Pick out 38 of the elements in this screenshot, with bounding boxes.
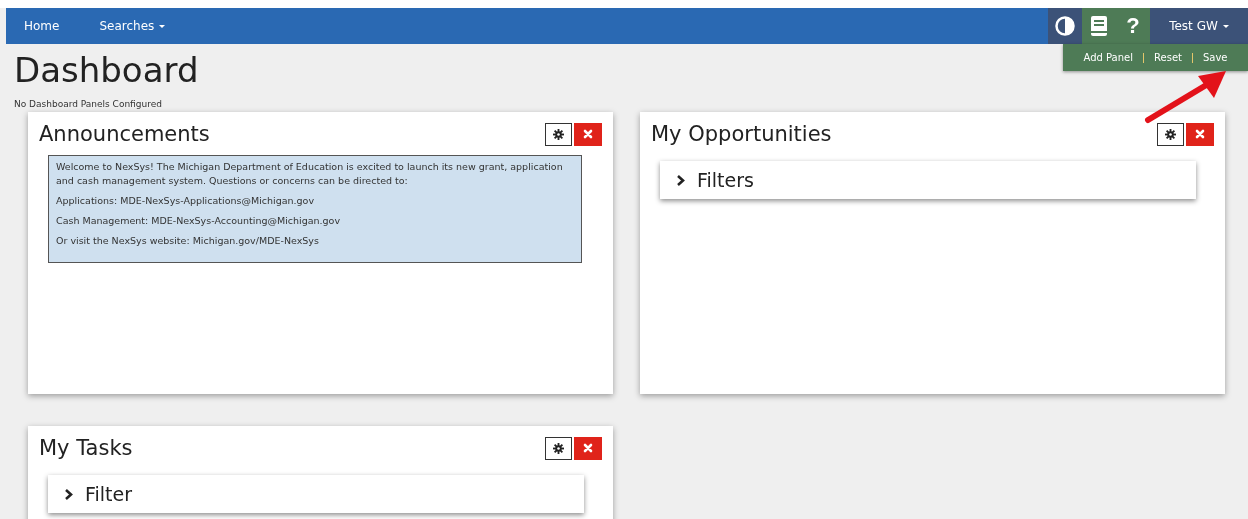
book-icon — [1090, 15, 1108, 37]
close-icon — [583, 129, 593, 140]
settings-button[interactable] — [545, 436, 572, 460]
empty-message: No Dashboard Panels Configured — [14, 99, 162, 110]
nav-link[interactable]: Home — [6, 19, 78, 33]
settings-button[interactable] — [1157, 122, 1184, 146]
nav-link[interactable]: Searches — [81, 19, 184, 33]
filter-toggle[interactable]: Filter — [48, 475, 584, 514]
caret-icon — [159, 24, 166, 28]
chevron-icon — [676, 173, 685, 187]
settings-icon — [1165, 128, 1176, 140]
close-icon — [583, 443, 593, 454]
panel-title: My Opportunities — [651, 122, 832, 147]
announcement-text: Or visit the NexSys website: Michigan.gov/MDE-NexSys — [56, 234, 320, 249]
close-button[interactable] — [574, 122, 602, 146]
menu-link[interactable]: Add Panel — [1083, 52, 1133, 63]
close-button[interactable] — [574, 436, 602, 460]
panel-title: Announcements — [39, 122, 210, 147]
caret-icon — [1222, 24, 1229, 28]
close-button[interactable] — [1186, 122, 1214, 146]
page-title: Dashboard — [14, 52, 199, 90]
contrast-button[interactable] — [1048, 8, 1082, 44]
close-icon — [1195, 129, 1205, 140]
announcement-text: Welcome to NexSys! The Michigan Department of Education is excited to launch its new grant, application and cash management system. Questions or concerns can be directed to: — [56, 160, 564, 189]
book-button[interactable] — [1082, 8, 1116, 44]
settings-icon — [553, 128, 564, 140]
panel-title: My Tasks — [39, 436, 133, 461]
chevron-icon — [64, 487, 73, 501]
menu-link[interactable]: Reset — [1154, 52, 1182, 63]
settings-icon — [553, 442, 564, 454]
contrast-icon — [1055, 16, 1075, 36]
user-menu[interactable]: Test GW — [1150, 8, 1248, 44]
announcement-text: Applications: MDE-NexSys-Applications@Michigan.gov — [56, 194, 316, 209]
filter-toggle[interactable]: Filters — [660, 161, 1196, 200]
announcement-text: Cash Management: MDE-NexSys-Accounting@Michigan.gov — [56, 214, 342, 229]
settings-button[interactable] — [545, 122, 572, 146]
help-button[interactable]: ? — [1116, 8, 1150, 44]
menu-link[interactable]: Save — [1202, 52, 1228, 63]
